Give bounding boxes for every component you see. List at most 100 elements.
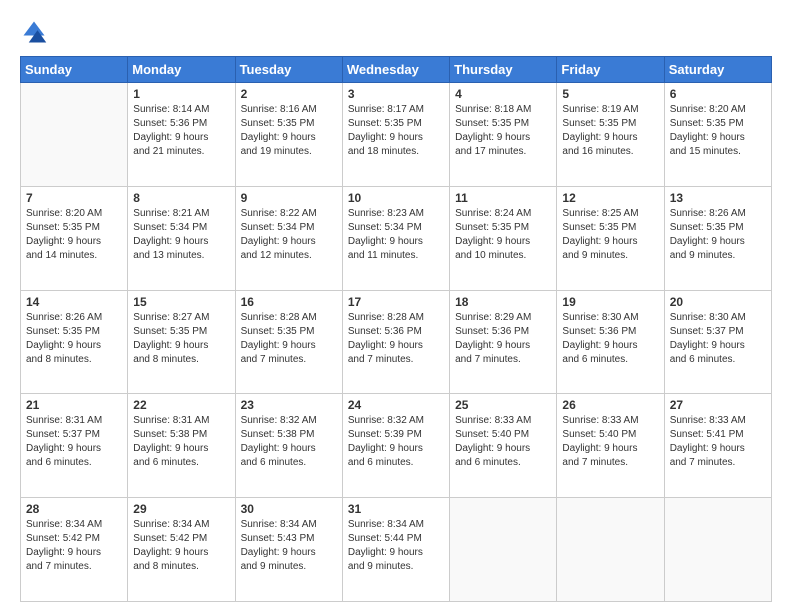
days-row: SundayMondayTuesdayWednesdayThursdayFrid…: [21, 57, 772, 83]
calendar-cell: 15 Sunrise: 8:27 AMSunset: 5:35 PMDayligh…: [128, 290, 235, 394]
calendar-cell: 17Sunrise: 8:28 AMSunset: 5:36 PMDayligh…: [342, 290, 449, 394]
day-info: Sunrise: 8:23 AMSunset: 5:34 PMDaylight:…: [348, 207, 444, 263]
calendar-cell: 3 Sunrise: 8:17 AMSunset: 5:35 PMDaylight…: [342, 83, 449, 187]
calendar-cell: 6 Sunrise: 8:20 AMSunset: 5:35 PMDaylight…: [664, 83, 771, 187]
calendar: SundayMondayTuesdayWednesdayThursdayFrid…: [20, 56, 772, 602]
day-info: Sunrise: 8:16 AMSunset: 5:35 PMDaylight:…: [241, 103, 337, 159]
calendar-cell: [557, 498, 664, 602]
day-info: Sunrise: 8:30 AMSunset: 5:36 PMDaylight:…: [562, 311, 658, 367]
day-info: Sunrise: 8:29 AMSunset: 5:36 PMDaylight:…: [455, 311, 551, 367]
day-number: 12: [562, 191, 658, 205]
calendar-cell: 4Sunrise: 8:18 AMSunset: 5:35 PMDaylight…: [450, 83, 557, 187]
day-number: 29: [133, 502, 229, 516]
day-info: Sunrise: 8:31 AMSunset: 5:37 PMDaylight:…: [26, 414, 122, 470]
day-number: 10: [348, 191, 444, 205]
calendar-header: SundayMondayTuesdayWednesdayThursdayFrid…: [21, 57, 772, 83]
day-info: Sunrise: 8:26 AMSunset: 5:35 PMDaylight:…: [26, 311, 122, 367]
day-info: Sunrise: 8:22 AMSunset: 5:34 PMDaylight:…: [241, 207, 337, 263]
calendar-week-4: 21 Sunrise: 8:31 AMSunset: 5:37 PMDayligh…: [21, 394, 772, 498]
day-info: Sunrise: 8:34 AMSunset: 5:42 PMDaylight:…: [26, 518, 122, 574]
calendar-cell: 12 Sunrise: 8:25 AMSunset: 5:35 PMDayligh…: [557, 186, 664, 290]
calendar-cell: 5 Sunrise: 8:19 AMSunset: 5:35 PMDaylight…: [557, 83, 664, 187]
day-info: Sunrise: 8:20 AMSunset: 5:35 PMDaylight:…: [670, 103, 766, 159]
day-info: Sunrise: 8:25 AMSunset: 5:35 PMDaylight:…: [562, 207, 658, 263]
day-number: 14: [26, 295, 122, 309]
calendar-cell: 20 Sunrise: 8:30 AMSunset: 5:37 PMDayligh…: [664, 290, 771, 394]
calendar-cell: 13 Sunrise: 8:26 AMSunset: 5:35 PMDayligh…: [664, 186, 771, 290]
day-number: 3: [348, 87, 444, 101]
day-info: Sunrise: 8:14 AMSunset: 5:36 PMDaylight:…: [133, 103, 229, 159]
logo: [20, 18, 50, 46]
day-number: 30: [241, 502, 337, 516]
day-number: 5: [562, 87, 658, 101]
day-info: Sunrise: 8:34 AMSunset: 5:44 PMDaylight:…: [348, 518, 444, 574]
calendar-cell: 28 Sunrise: 8:34 AMSunset: 5:42 PMDayligh…: [21, 498, 128, 602]
calendar-cell: 26Sunrise: 8:33 AMSunset: 5:40 PMDayligh…: [557, 394, 664, 498]
day-header-tuesday: Tuesday: [235, 57, 342, 83]
day-info: Sunrise: 8:27 AMSunset: 5:35 PMDaylight:…: [133, 311, 229, 367]
day-number: 20: [670, 295, 766, 309]
calendar-cell: 14 Sunrise: 8:26 AMSunset: 5:35 PMDayligh…: [21, 290, 128, 394]
calendar-week-1: 1 Sunrise: 8:14 AMSunset: 5:36 PMDaylight…: [21, 83, 772, 187]
day-info: Sunrise: 8:32 AMSunset: 5:38 PMDaylight:…: [241, 414, 337, 470]
day-header-thursday: Thursday: [450, 57, 557, 83]
day-header-monday: Monday: [128, 57, 235, 83]
day-number: 23: [241, 398, 337, 412]
calendar-cell: 27 Sunrise: 8:33 AMSunset: 5:41 PMDayligh…: [664, 394, 771, 498]
day-info: Sunrise: 8:33 AMSunset: 5:40 PMDaylight:…: [455, 414, 551, 470]
calendar-cell: 24Sunrise: 8:32 AMSunset: 5:39 PMDayligh…: [342, 394, 449, 498]
day-info: Sunrise: 8:30 AMSunset: 5:37 PMDaylight:…: [670, 311, 766, 367]
day-number: 1: [133, 87, 229, 101]
calendar-cell: 18Sunrise: 8:29 AMSunset: 5:36 PMDayligh…: [450, 290, 557, 394]
calendar-cell: 21 Sunrise: 8:31 AMSunset: 5:37 PMDayligh…: [21, 394, 128, 498]
calendar-cell: 7 Sunrise: 8:20 AMSunset: 5:35 PMDaylight…: [21, 186, 128, 290]
day-info: Sunrise: 8:26 AMSunset: 5:35 PMDaylight:…: [670, 207, 766, 263]
day-number: 6: [670, 87, 766, 101]
day-number: 24: [348, 398, 444, 412]
day-number: 7: [26, 191, 122, 205]
day-header-friday: Friday: [557, 57, 664, 83]
day-info: Sunrise: 8:20 AMSunset: 5:35 PMDaylight:…: [26, 207, 122, 263]
calendar-cell: 19Sunrise: 8:30 AMSunset: 5:36 PMDayligh…: [557, 290, 664, 394]
day-number: 17: [348, 295, 444, 309]
page: SundayMondayTuesdayWednesdayThursdayFrid…: [0, 0, 792, 612]
day-info: Sunrise: 8:18 AMSunset: 5:35 PMDaylight:…: [455, 103, 551, 159]
day-number: 21: [26, 398, 122, 412]
day-number: 2: [241, 87, 337, 101]
day-info: Sunrise: 8:28 AMSunset: 5:35 PMDaylight:…: [241, 311, 337, 367]
day-number: 28: [26, 502, 122, 516]
header: [20, 18, 772, 46]
day-number: 8: [133, 191, 229, 205]
calendar-cell: [450, 498, 557, 602]
day-number: 22: [133, 398, 229, 412]
day-number: 27: [670, 398, 766, 412]
day-info: Sunrise: 8:34 AMSunset: 5:42 PMDaylight:…: [133, 518, 229, 574]
day-info: Sunrise: 8:17 AMSunset: 5:35 PMDaylight:…: [348, 103, 444, 159]
calendar-cell: 10 Sunrise: 8:23 AMSunset: 5:34 PMDayligh…: [342, 186, 449, 290]
day-number: 16: [241, 295, 337, 309]
calendar-cell: 25Sunrise: 8:33 AMSunset: 5:40 PMDayligh…: [450, 394, 557, 498]
calendar-cell: 1 Sunrise: 8:14 AMSunset: 5:36 PMDaylight…: [128, 83, 235, 187]
day-number: 9: [241, 191, 337, 205]
day-number: 31: [348, 502, 444, 516]
calendar-cell: 23 Sunrise: 8:32 AMSunset: 5:38 PMDayligh…: [235, 394, 342, 498]
day-info: Sunrise: 8:21 AMSunset: 5:34 PMDaylight:…: [133, 207, 229, 263]
day-number: 15: [133, 295, 229, 309]
calendar-cell: [21, 83, 128, 187]
day-info: Sunrise: 8:33 AMSunset: 5:41 PMDaylight:…: [670, 414, 766, 470]
calendar-cell: 29 Sunrise: 8:34 AMSunset: 5:42 PMDayligh…: [128, 498, 235, 602]
logo-icon: [20, 18, 48, 46]
day-number: 11: [455, 191, 551, 205]
day-header-sunday: Sunday: [21, 57, 128, 83]
calendar-week-5: 28 Sunrise: 8:34 AMSunset: 5:42 PMDayligh…: [21, 498, 772, 602]
calendar-cell: 31 Sunrise: 8:34 AMSunset: 5:44 PMDayligh…: [342, 498, 449, 602]
day-header-wednesday: Wednesday: [342, 57, 449, 83]
day-info: Sunrise: 8:33 AMSunset: 5:40 PMDaylight:…: [562, 414, 658, 470]
day-number: 13: [670, 191, 766, 205]
day-info: Sunrise: 8:31 AMSunset: 5:38 PMDaylight:…: [133, 414, 229, 470]
calendar-cell: 16 Sunrise: 8:28 AMSunset: 5:35 PMDayligh…: [235, 290, 342, 394]
calendar-cell: [664, 498, 771, 602]
day-info: Sunrise: 8:24 AMSunset: 5:35 PMDaylight:…: [455, 207, 551, 263]
calendar-cell: 30Sunrise: 8:34 AMSunset: 5:43 PMDayligh…: [235, 498, 342, 602]
day-info: Sunrise: 8:19 AMSunset: 5:35 PMDaylight:…: [562, 103, 658, 159]
